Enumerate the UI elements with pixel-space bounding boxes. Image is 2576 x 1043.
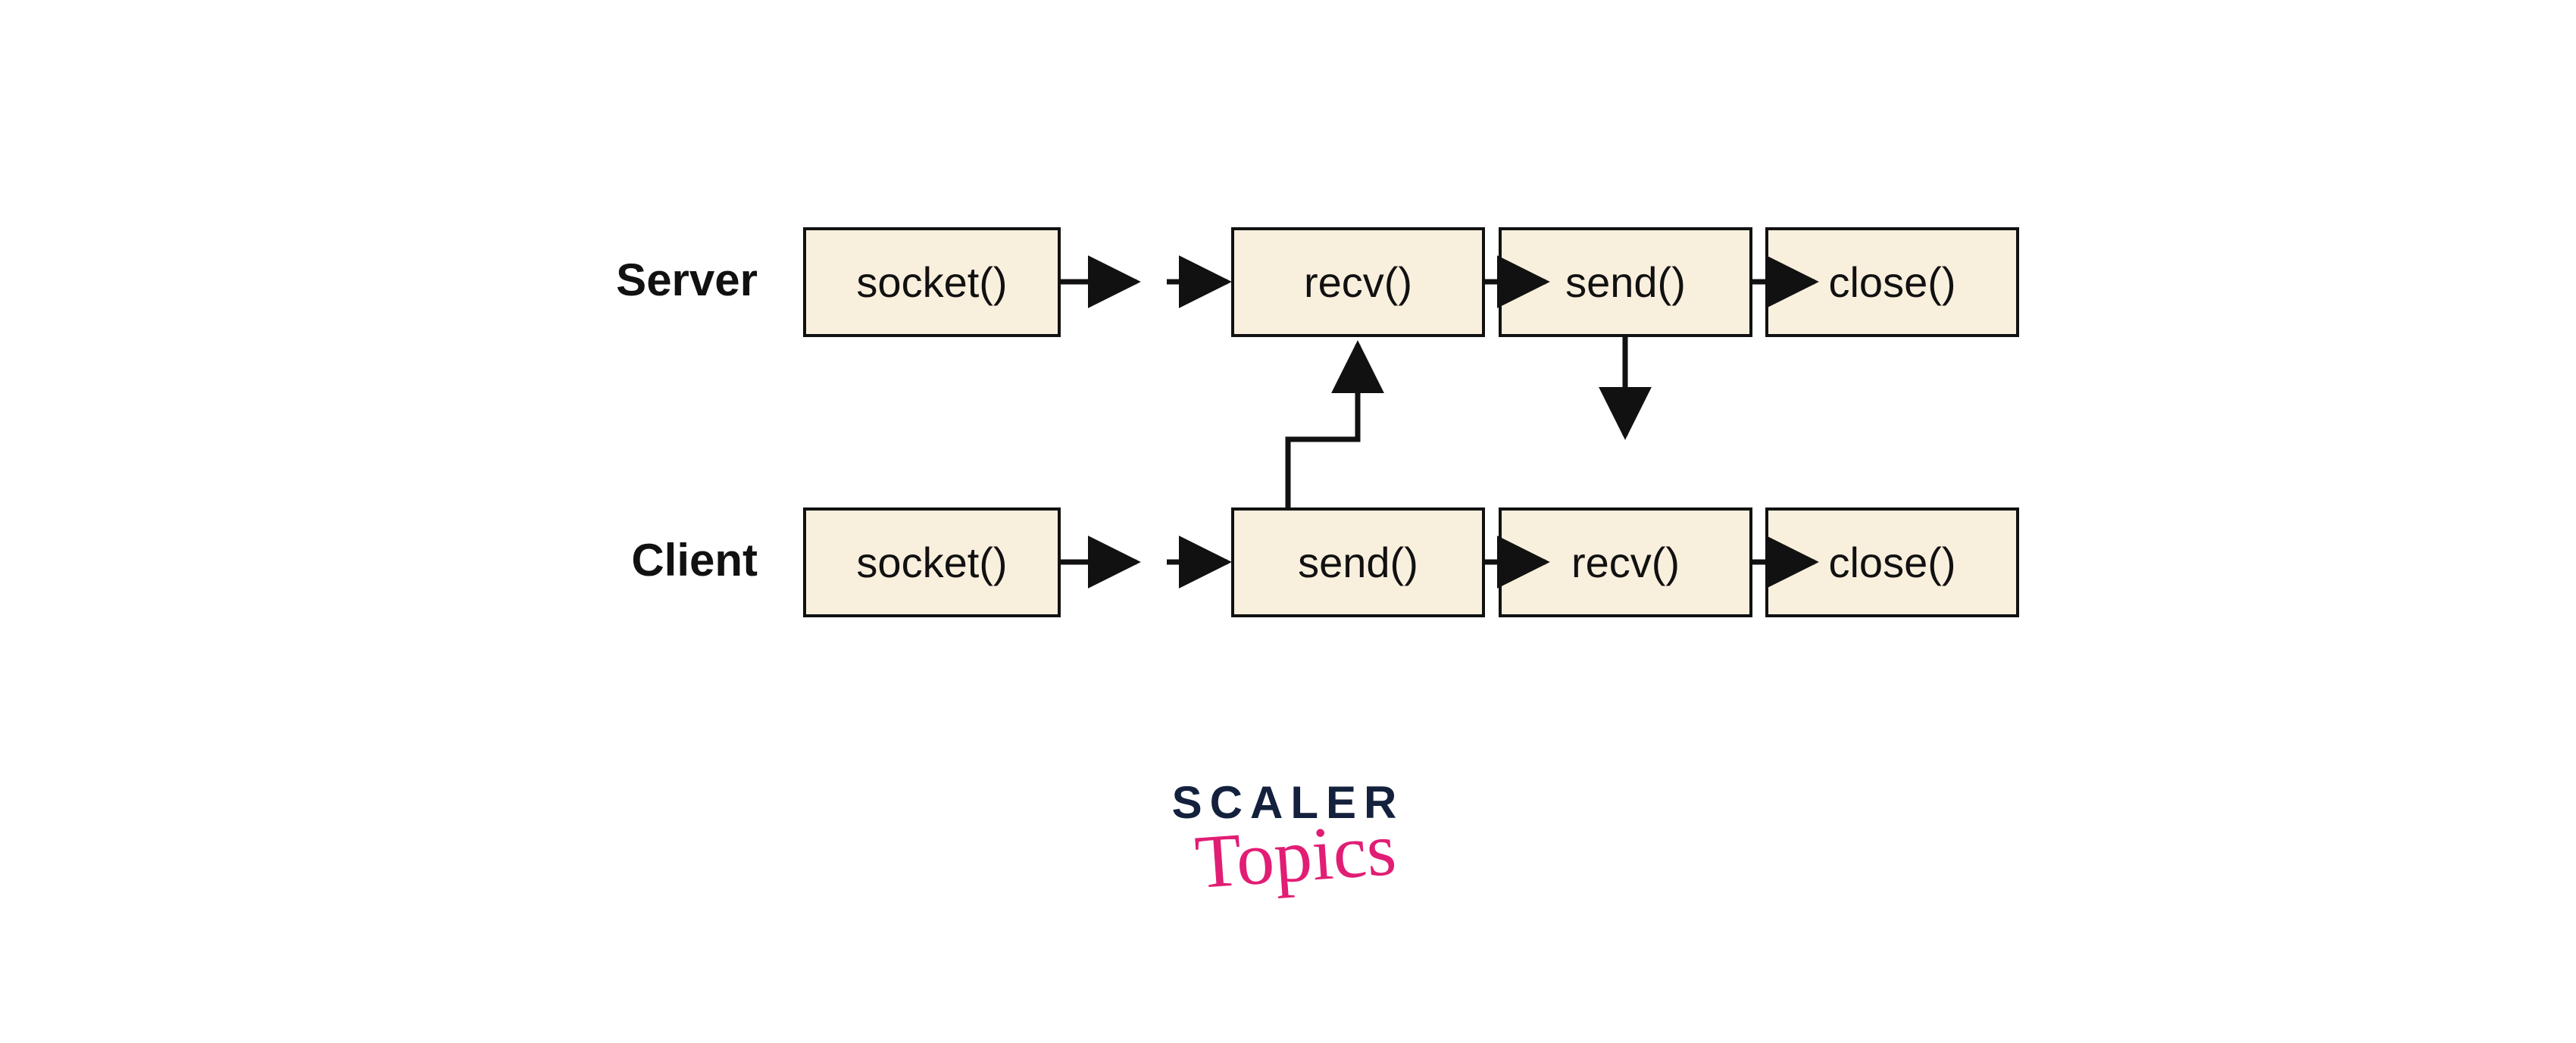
- server-close-node: close(): [1765, 227, 2019, 337]
- server-socket-node: socket(): [803, 227, 1061, 337]
- server-recv-node: recv(): [1231, 227, 1485, 337]
- diagram-canvas: Server Client socket() recv() send() clo…: [0, 0, 2576, 1043]
- client-recv-node: recv(): [1499, 507, 1752, 617]
- scaler-topics-logo: SCALER Topics: [1152, 780, 1424, 879]
- client-close-node: close(): [1765, 507, 2019, 617]
- server-row-label: Server: [546, 254, 758, 306]
- server-send-node: send(): [1499, 227, 1752, 337]
- client-send-node: send(): [1231, 507, 1485, 617]
- arrow-client-send-to-server-recv: [1288, 345, 1358, 507]
- client-row-label: Client: [546, 534, 758, 586]
- client-socket-node: socket(): [803, 507, 1061, 617]
- logo-line2: Topics: [1158, 824, 1433, 888]
